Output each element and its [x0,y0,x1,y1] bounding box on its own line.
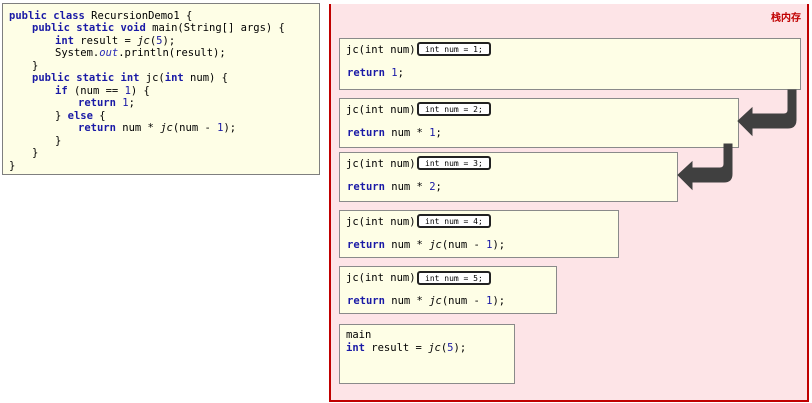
return-arrows [677,89,797,191]
return-arrow-1 [737,89,797,137]
return-arrow-2 [677,143,733,191]
